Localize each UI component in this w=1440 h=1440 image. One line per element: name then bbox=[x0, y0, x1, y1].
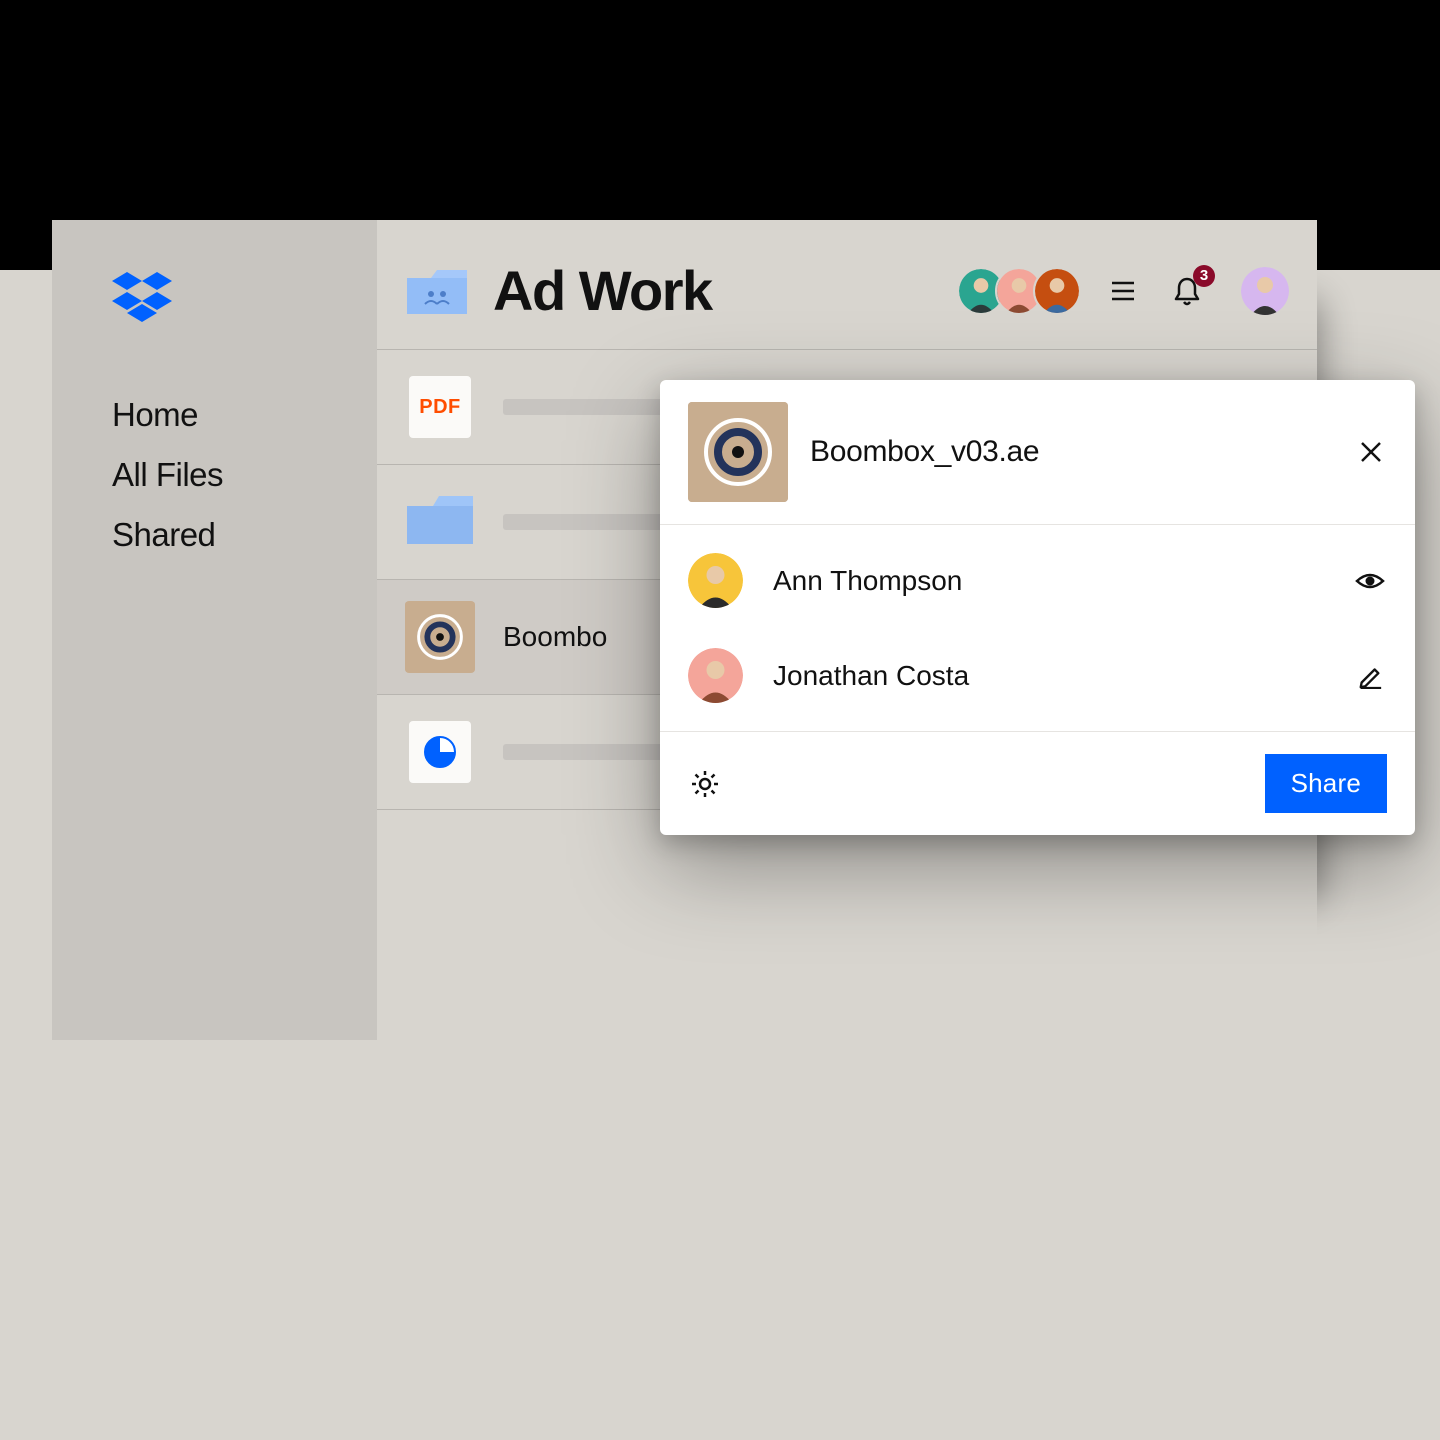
sidebar-item-home[interactable]: Home bbox=[112, 396, 337, 434]
sidebar-nav: Home All Files Shared bbox=[112, 396, 337, 554]
page-title: Ad Work bbox=[493, 258, 957, 323]
pdf-label: PDF bbox=[419, 396, 461, 419]
shared-folder-icon bbox=[405, 266, 469, 316]
avatar bbox=[688, 648, 743, 703]
share-person-row: Ann Thompson bbox=[660, 533, 1415, 628]
share-dialog-footer: Share bbox=[660, 731, 1415, 835]
user-avatar[interactable] bbox=[1241, 267, 1289, 315]
sidebar: Home All Files Shared bbox=[52, 220, 377, 1040]
gear-icon[interactable] bbox=[688, 767, 722, 801]
menu-icon[interactable] bbox=[1105, 273, 1141, 309]
share-dialog-header: Boombox_v03.ae bbox=[660, 380, 1415, 525]
avatar bbox=[688, 553, 743, 608]
person-name: Jonathan Costa bbox=[773, 660, 1353, 692]
share-button[interactable]: Share bbox=[1265, 754, 1387, 813]
edit-permission-icon[interactable] bbox=[1353, 659, 1387, 693]
collaborator-avatars[interactable] bbox=[957, 267, 1081, 315]
folder-icon bbox=[405, 487, 475, 557]
sidebar-item-all-files[interactable]: All Files bbox=[112, 456, 337, 494]
pdf-file-icon: PDF bbox=[405, 372, 475, 442]
close-icon[interactable] bbox=[1355, 436, 1387, 468]
share-dialog: Boombox_v03.ae Ann Thompson Jonathan Cos… bbox=[660, 380, 1415, 835]
share-person-row: Jonathan Costa bbox=[660, 628, 1415, 723]
view-permission-icon[interactable] bbox=[1353, 564, 1387, 598]
notification-badge: 3 bbox=[1193, 265, 1215, 287]
share-file-thumbnail-icon bbox=[688, 402, 788, 502]
share-file-title: Boombox_v03.ae bbox=[810, 435, 1355, 469]
page-header: Ad Work 3 bbox=[377, 220, 1317, 349]
image-file-icon bbox=[405, 602, 475, 672]
person-name: Ann Thompson bbox=[773, 565, 1353, 597]
file-name: Boombo bbox=[503, 621, 607, 653]
share-people-list: Ann Thompson Jonathan Costa bbox=[660, 525, 1415, 731]
chart-file-icon bbox=[405, 717, 475, 787]
sidebar-item-shared[interactable]: Shared bbox=[112, 516, 337, 554]
avatar[interactable] bbox=[1033, 267, 1081, 315]
dropbox-logo-icon bbox=[112, 272, 172, 324]
header-actions: 3 bbox=[1105, 267, 1289, 315]
notifications-icon[interactable]: 3 bbox=[1169, 273, 1205, 309]
